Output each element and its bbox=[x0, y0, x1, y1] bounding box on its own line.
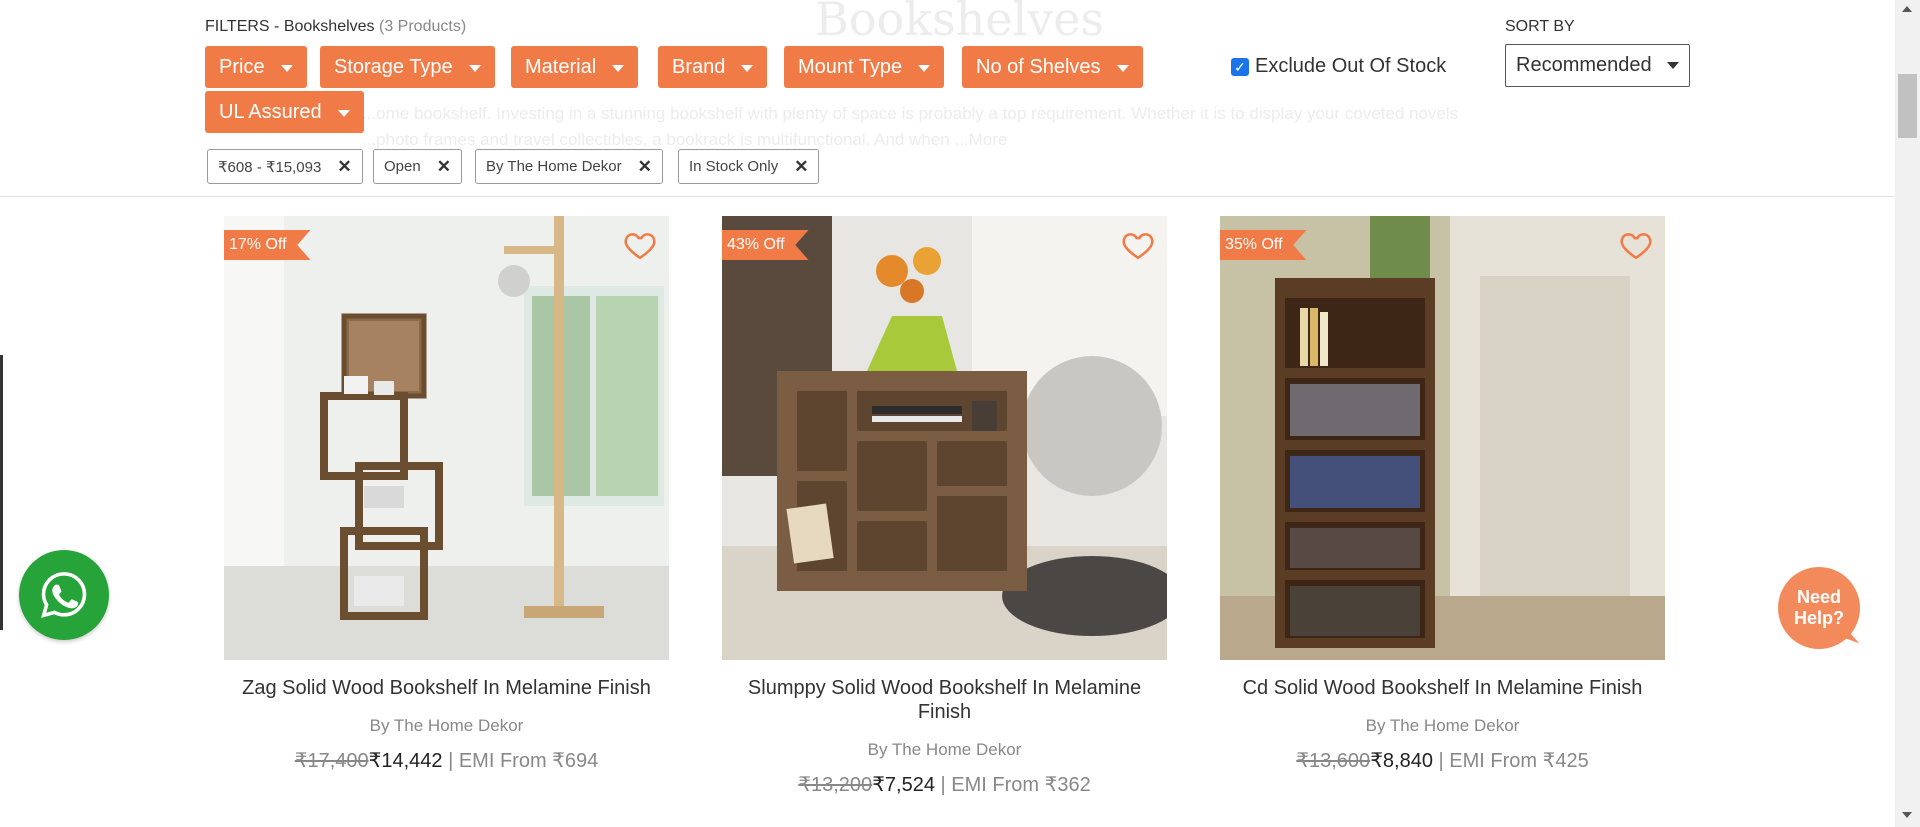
product-price: ₹17,400₹14,442 | EMI From ₹694 bbox=[224, 748, 669, 773]
heart-icon[interactable] bbox=[1121, 228, 1155, 262]
category-title-faded: Bookshelves bbox=[815, 0, 1105, 46]
filter-label: UL Assured bbox=[219, 100, 322, 123]
sale-price: ₹8,840 bbox=[1370, 750, 1433, 772]
applied-filter-chip[interactable]: Open ✕ bbox=[373, 149, 462, 184]
chip-label: By The Home Dekor bbox=[486, 158, 622, 175]
product-price: ₹13,200₹7,524 | EMI From ₹362 bbox=[722, 772, 1167, 797]
sort-selected-value: Recommended bbox=[1516, 54, 1652, 76]
filter-label: No of Shelves bbox=[976, 55, 1101, 78]
product-name[interactable]: Cd Solid Wood Bookshelf In Melamine Fini… bbox=[1220, 676, 1665, 700]
bookshelf-photo bbox=[224, 216, 669, 660]
filter-material-button[interactable]: Material bbox=[511, 46, 639, 88]
sale-price: ₹7,524 bbox=[872, 774, 935, 796]
chevron-down-icon bbox=[1116, 64, 1129, 72]
product-card[interactable]: 17% Off Zag Solid Wood Bookshelf In Mela… bbox=[224, 216, 669, 773]
filter-mount-type-button[interactable]: Mount Type bbox=[784, 46, 945, 88]
sort-select[interactable]: Recommended bbox=[1505, 44, 1690, 87]
category-description-faded: ...ome bookshelf. Investing in a stunnin… bbox=[362, 104, 1459, 123]
filter-label: Brand bbox=[672, 55, 726, 78]
filter-no-of-shelves-button[interactable]: No of Shelves bbox=[962, 46, 1143, 88]
chevron-down-icon bbox=[468, 64, 481, 72]
help-line: Help? bbox=[1793, 608, 1844, 628]
chevron-down-icon bbox=[280, 64, 293, 72]
filter-label: Price bbox=[219, 55, 265, 78]
close-icon[interactable]: ✕ bbox=[337, 157, 351, 177]
original-price: ₹13,600 bbox=[1296, 750, 1371, 772]
applied-filter-chip[interactable]: ₹608 - ₹15,093 ✕ bbox=[207, 149, 363, 184]
original-price: ₹17,400 bbox=[294, 750, 369, 772]
product-image[interactable]: 43% Off bbox=[722, 216, 1167, 660]
close-icon[interactable]: ✕ bbox=[437, 157, 451, 177]
emi-text: | EMI From ₹362 bbox=[940, 774, 1091, 796]
scroll-up-icon[interactable] bbox=[1902, 6, 1912, 12]
product-count: (3 Products) bbox=[379, 18, 467, 35]
sale-price: ₹14,442 bbox=[368, 750, 443, 772]
product-brand: By The Home Dekor bbox=[369, 716, 524, 735]
product-image[interactable]: 17% Off bbox=[224, 216, 669, 660]
close-icon[interactable]: ✕ bbox=[794, 157, 808, 177]
header-divider bbox=[0, 196, 1895, 197]
filter-brand-button[interactable]: Brand bbox=[658, 46, 768, 88]
product-image[interactable]: 35% Off bbox=[1220, 216, 1665, 660]
original-price: ₹13,200 bbox=[798, 774, 873, 796]
chip-label: Open bbox=[384, 158, 421, 175]
applied-filter-chip[interactable]: By The Home Dekor ✕ bbox=[475, 149, 663, 184]
filter-price-button[interactable]: Price bbox=[205, 46, 307, 88]
chevron-down-icon bbox=[741, 64, 754, 72]
exclude-out-of-stock-label: Exclude Out Of Stock bbox=[1255, 55, 1447, 77]
side-drawer-edge bbox=[0, 355, 3, 630]
chip-label: ₹608 - ₹15,093 bbox=[218, 158, 322, 176]
heart-icon[interactable] bbox=[623, 228, 657, 262]
chip-label: In Stock Only bbox=[689, 158, 779, 175]
exclude-out-of-stock-toggle[interactable]: ✓ Exclude Out Of Stock bbox=[1231, 55, 1446, 78]
filter-label: Material bbox=[525, 55, 597, 78]
bookshelf-photo bbox=[1220, 216, 1665, 660]
filter-ul-assured-button[interactable]: UL Assured bbox=[205, 91, 364, 133]
bookshelf-photo bbox=[722, 216, 1167, 660]
chevron-down-icon bbox=[337, 109, 350, 117]
scrollbar-thumb[interactable] bbox=[1898, 74, 1917, 138]
product-name[interactable]: Zag Solid Wood Bookshelf In Melamine Fin… bbox=[224, 676, 669, 700]
help-line: Need bbox=[1796, 587, 1841, 607]
filter-label: Storage Type bbox=[334, 55, 453, 78]
chevron-down-icon bbox=[612, 64, 625, 72]
filter-label: Mount Type bbox=[798, 55, 903, 78]
sort-by-label: SORT BY bbox=[1505, 18, 1575, 35]
product-name[interactable]: Slumppy Solid Wood Bookshelf In Melamine… bbox=[722, 676, 1167, 724]
whatsapp-icon bbox=[41, 572, 87, 618]
emi-text: | EMI From ₹694 bbox=[448, 750, 599, 772]
scroll-down-icon[interactable] bbox=[1902, 812, 1912, 818]
filter-storage-type-button[interactable]: Storage Type bbox=[320, 46, 495, 88]
close-icon[interactable]: ✕ bbox=[638, 157, 652, 177]
whatsapp-button[interactable] bbox=[19, 550, 109, 640]
filters-label: FILTERS - Bookshelves bbox=[205, 18, 375, 35]
emi-text: | EMI From ₹425 bbox=[1438, 750, 1589, 772]
filters-heading: FILTERS - Bookshelves (3 Products) bbox=[205, 18, 466, 36]
product-price: ₹13,600₹8,840 | EMI From ₹425 bbox=[1220, 748, 1665, 773]
product-brand: By The Home Dekor bbox=[1365, 716, 1520, 735]
product-card[interactable]: 43% Off Slumppy Solid Wood Bookshelf In … bbox=[722, 216, 1167, 797]
checkbox-checked-icon[interactable]: ✓ bbox=[1231, 57, 1249, 76]
applied-filter-chip[interactable]: In Stock Only ✕ bbox=[678, 149, 820, 184]
product-card[interactable]: 35% Off Cd Solid Wood Bookshelf In Melam… bbox=[1220, 216, 1665, 773]
chevron-down-icon bbox=[918, 64, 931, 72]
chevron-down-icon bbox=[1667, 62, 1679, 69]
product-brand: By The Home Dekor bbox=[867, 740, 1022, 759]
heart-icon[interactable] bbox=[1619, 228, 1653, 262]
